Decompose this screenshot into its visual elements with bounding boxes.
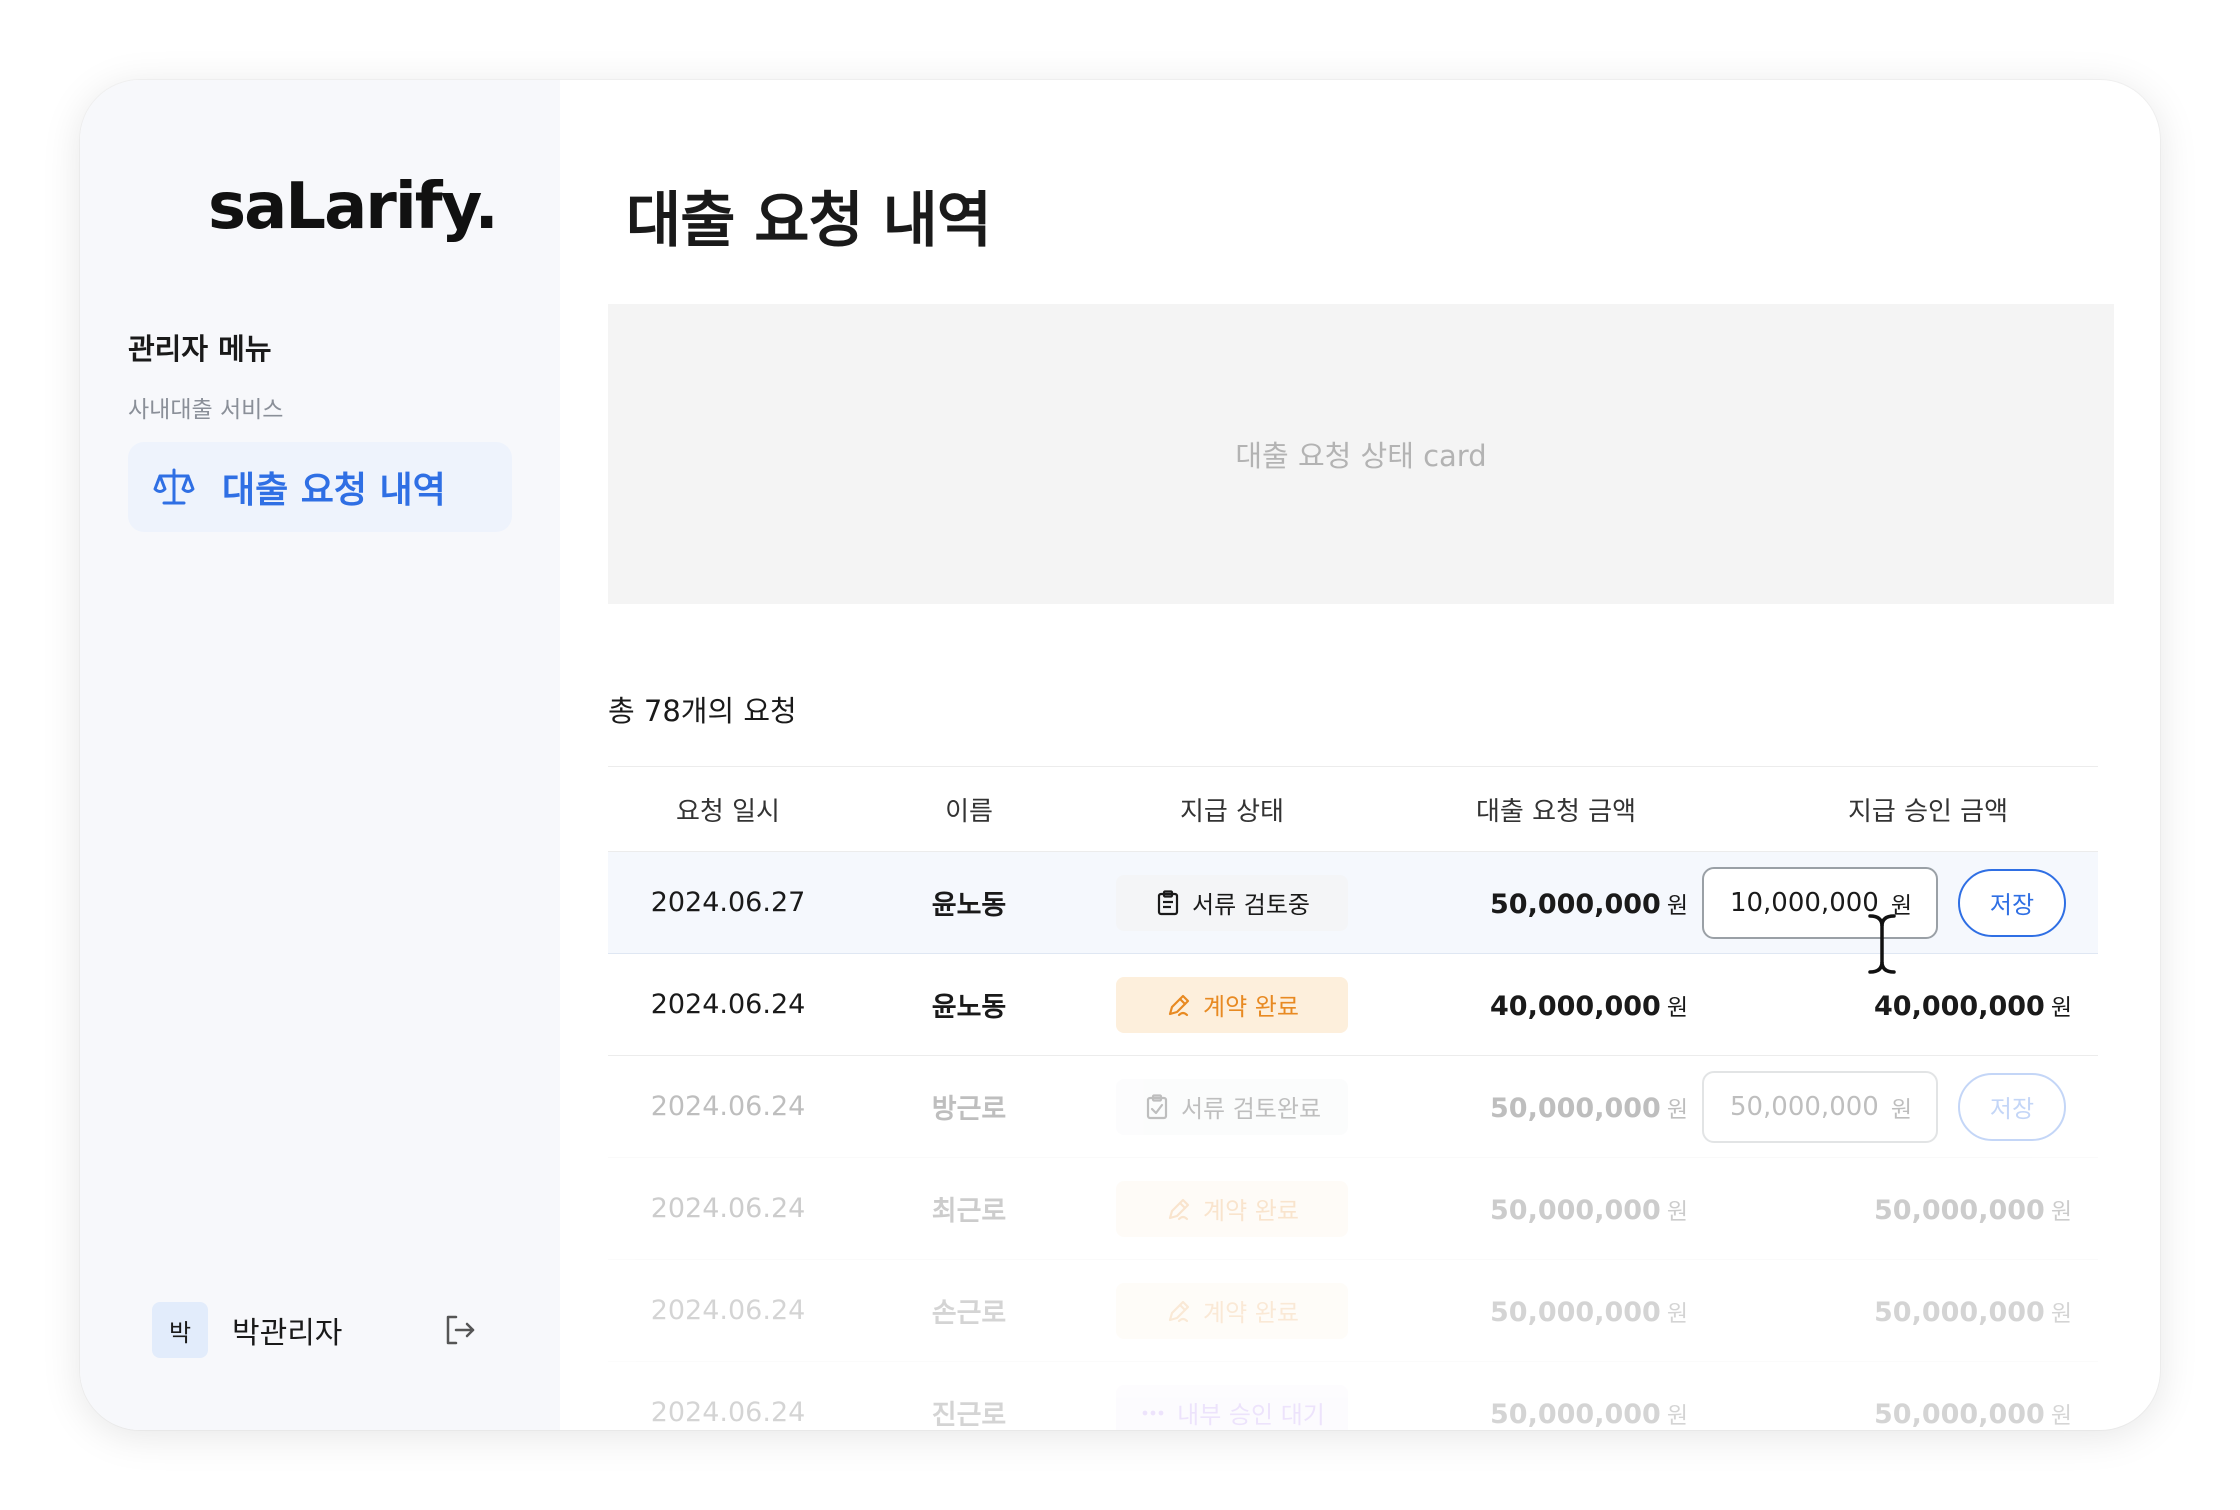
row-name: 방근로 [931,1094,1007,1125]
table-row[interactable]: 2024.06.24 방근로 서류 검토완료 50,000,000 원 50,00… [608,1056,2098,1158]
sidebar-item-loan-requests[interactable]: 대출 요청 내역 [128,442,512,532]
request-count: 총 78개의 요청 [608,694,797,728]
row-date: 2024.06.27 [650,887,806,918]
row-requested-amount: 50,000,000 원 [1490,1092,1688,1124]
save-button[interactable]: 저장 [1958,1072,2066,1141]
admin-menu-title: 관리자 메뉴 [128,332,272,366]
row-status: 서류 검토중 [1090,874,1374,931]
row-name: 최근로 [931,1196,1007,1227]
row-status: 계약 완료 [1090,1282,1374,1339]
row-requested-amount: 50,000,000 원 [1490,1194,1688,1226]
row-date: 2024.06.24 [650,1193,806,1224]
user-profile[interactable]: 박 박관리자 [152,1302,342,1358]
user-name: 박관리자 [232,1316,343,1351]
more-dots-icon [1142,1410,1164,1415]
sidebar-item-label: 대출 요청 내역 [222,470,446,511]
row-requested-amount: 50,000,000 원 [1490,1296,1688,1328]
logout-icon[interactable] [442,1312,478,1348]
table-row[interactable]: 2024.06.24 손근로 계약 완료 50,000,000 원 50,000,… [608,1260,2098,1362]
row-name: 윤노동 [931,890,1007,921]
status-label: 서류 검토중 [1191,891,1311,919]
sidebar: saLarify. 관리자 메뉴 사내대출 서비스 대출 요청 내역 박 박관리… [80,80,560,1430]
page-title: 대출 요청 내역 [626,186,992,256]
column-header-approved[interactable]: 지급 승인 금액 [1698,791,2098,828]
row-status: 계약 완료 [1090,976,1374,1033]
avatar: 박 [152,1302,208,1358]
app-window: saLarify. 관리자 메뉴 사내대출 서비스 대출 요청 내역 박 박관리… [80,80,2160,1430]
text-cursor-icon [1868,914,1896,974]
pen-icon [1168,994,1190,1016]
clipboard-icon [1157,889,1179,915]
status-label: 계약 완료 [1203,1299,1299,1327]
row-status: 내부 승인 대기 [1090,1384,1374,1430]
pen-icon [1168,1300,1190,1322]
table-row[interactable]: 2024.06.24 최근로 계약 완료 50,000,000 원 50,000,… [608,1158,2098,1260]
scale-icon [153,468,195,505]
save-button[interactable]: 저장 [1958,868,2066,937]
row-date: 2024.06.24 [650,1397,806,1428]
row-requested-amount: 40,000,000 원 [1490,990,1688,1022]
status-badge: 서류 검토완료 [1116,1078,1348,1135]
status-badge: 서류 검토중 [1116,874,1348,931]
row-approved-amount: 50,000,000 원 [1874,1296,2072,1328]
approved-amount-input[interactable]: 50,000,000 원 [1702,1070,1938,1143]
brand-logo[interactable]: saLarify. [208,170,499,244]
card-placeholder-text: 대출 요청 상태 card [1235,439,1487,473]
row-approved-amount: 40,000,000 원 [1874,990,2072,1022]
row-name: 진근로 [931,1400,1007,1430]
loan-requests-table: 요청 일시 이름 지급 상태 대출 요청 금액 지급 승인 금액 2024.06… [608,766,2098,1430]
row-approved-amount: 50,000,000 원 [1874,1398,2072,1430]
menu-section-label: 사내대출 서비스 [128,397,284,423]
column-header-status[interactable]: 지급 상태 [1090,791,1374,828]
status-label: 서류 검토완료 [1180,1095,1322,1123]
status-badge: 계약 완료 [1116,1180,1348,1237]
pen-icon [1168,1198,1190,1220]
main-content: 대출 요청 내역 대출 요청 상태 card 총 78개의 요청 요청 일시 이… [560,80,2160,1430]
column-header-name[interactable]: 이름 [848,791,1090,828]
column-header-requested[interactable]: 대출 요청 금액 [1374,791,1698,828]
approved-amount-input[interactable]: 10,000,000 원 [1702,866,1938,939]
row-status: 서류 검토완료 [1090,1078,1374,1135]
status-label: 계약 완료 [1203,1197,1299,1225]
status-label: 계약 완료 [1203,993,1299,1021]
status-badge: 계약 완료 [1116,976,1348,1033]
table-header: 요청 일시 이름 지급 상태 대출 요청 금액 지급 승인 금액 [608,766,2098,852]
row-date: 2024.06.24 [650,989,806,1020]
row-date: 2024.06.24 [650,1091,806,1122]
row-name: 윤노동 [931,992,1007,1023]
row-status: 계약 완료 [1090,1180,1374,1237]
clipboard-check-icon [1146,1093,1168,1119]
status-label: 내부 승인 대기 [1177,1401,1325,1429]
status-badge: 계약 완료 [1116,1282,1348,1339]
row-date: 2024.06.24 [650,1295,806,1326]
loan-status-card: 대출 요청 상태 card [608,304,2114,604]
row-requested-amount: 50,000,000 원 [1490,888,1688,920]
row-name: 손근로 [931,1298,1007,1329]
status-badge: 내부 승인 대기 [1116,1384,1348,1430]
row-approved-amount: 50,000,000 원 저장 [1698,1070,2098,1143]
column-header-date[interactable]: 요청 일시 [608,791,848,828]
row-approved-amount: 50,000,000 원 [1874,1194,2072,1226]
table-row[interactable]: 2024.06.24 진근로 내부 승인 대기 50,000,000 원 50,0… [608,1362,2098,1430]
row-requested-amount: 50,000,000 원 [1490,1398,1688,1430]
